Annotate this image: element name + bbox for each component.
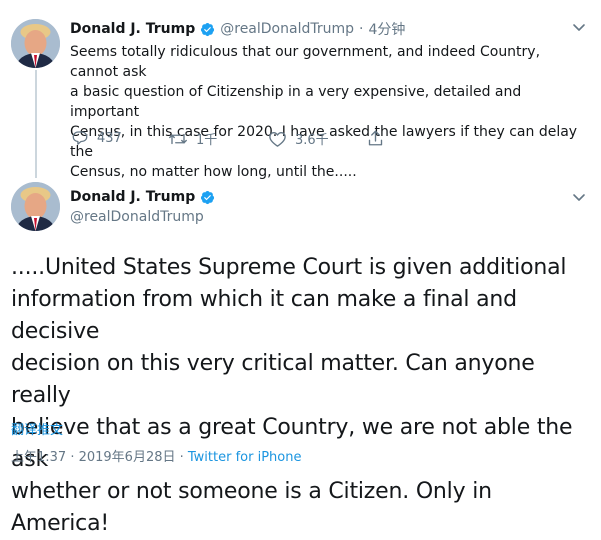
reply-icon — [72, 131, 88, 145]
text-line: .....United States Supreme Court is give… — [11, 255, 567, 280]
avatar[interactable] — [11, 19, 60, 68]
timestamp[interactable]: 4分钟 — [368, 19, 405, 39]
verified-badge-icon — [201, 22, 215, 36]
share-icon — [368, 130, 383, 146]
handle[interactable]: @realDonaldTrump — [220, 21, 354, 37]
tweet2-text: .....United States Supreme Court is give… — [11, 252, 596, 540]
like-button[interactable]: 3.6千 — [268, 129, 329, 148]
text-line: a basic question of Citizenship in a ver… — [70, 84, 522, 120]
like-count: 3.6千 — [295, 133, 329, 148]
thread-line — [35, 70, 37, 178]
tweet-metadata: 上午1:37 · 2019年6月28日 · Twitter for iPhone — [11, 446, 301, 465]
text-line: Seems totally ridiculous that our govern… — [70, 44, 541, 80]
reply-button[interactable]: 437 — [71, 129, 122, 147]
avatar[interactable] — [11, 182, 60, 231]
text-line: information from which it can make a fin… — [11, 287, 517, 344]
text-line: decision on this very critical matter. C… — [11, 351, 535, 408]
verified-badge-icon — [201, 190, 215, 204]
text-line: Census, in this case for 2020. I have as… — [70, 124, 578, 160]
share-button[interactable] — [367, 129, 384, 147]
text-line: whether or not someone is a Citizen. Onl… — [11, 479, 492, 536]
tweet-timestamp[interactable]: 上午1:37 · 2019年6月28日 · — [11, 450, 188, 465]
handle[interactable]: @realDonaldTrump — [70, 209, 204, 225]
separator: · — [359, 21, 364, 37]
reply-count: 437 — [97, 130, 122, 146]
chevron-down-icon[interactable] — [571, 189, 587, 205]
tweet1-header: Donald J. Trump @realDonaldTrump · 4分钟 — [70, 19, 405, 39]
retweet-icon — [169, 133, 187, 144]
tweet1-text: Seems totally ridiculous that our govern… — [70, 42, 590, 182]
heart-icon — [269, 131, 286, 147]
translate-tweet-link[interactable]: 翻译推文 — [11, 419, 63, 438]
tweet-source-link[interactable]: Twitter for iPhone — [188, 450, 302, 465]
retweet-button[interactable]: 1千 — [168, 129, 217, 148]
display-name[interactable]: Donald J. Trump — [70, 21, 195, 37]
chevron-down-icon[interactable] — [571, 19, 587, 35]
text-line: believe that as a great Country, we are … — [11, 415, 573, 472]
display-name[interactable]: Donald J. Trump — [70, 189, 195, 205]
retweet-count: 1千 — [196, 133, 218, 148]
tweet2-header: Donald J. Trump — [70, 189, 215, 205]
text-line: Census, no matter how long, until the...… — [70, 164, 357, 180]
